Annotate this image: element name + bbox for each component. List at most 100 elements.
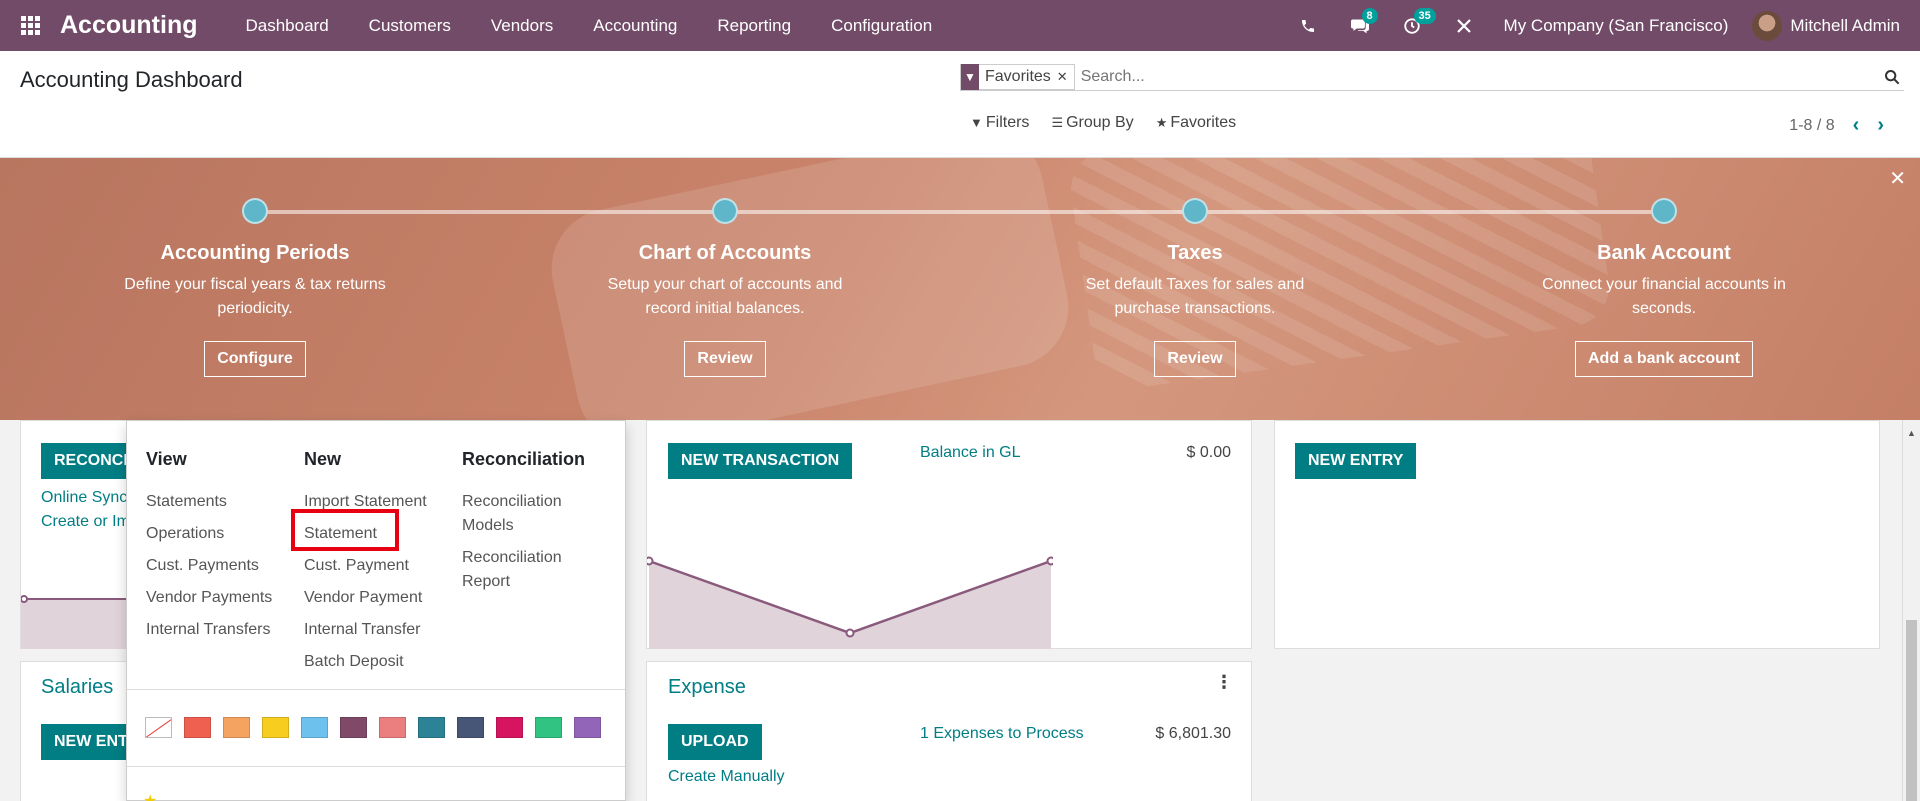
reconciliation-heading: Reconciliation [462,449,586,469]
filter-icon: ▼ [970,115,983,130]
scroll-thumb[interactable] [1906,620,1917,801]
menu-customers[interactable]: Customers [349,0,471,51]
user-avatar [1752,10,1783,41]
app-brand[interactable]: Accounting [60,11,198,40]
balance-in-gl-link[interactable]: Balance in GL [920,444,1021,462]
create-manually-link[interactable]: Create Manually [668,768,785,786]
color-swatch[interactable] [574,717,601,738]
page-scrollbar[interactable]: ▲ [1902,420,1920,801]
search-input[interactable] [1074,63,1880,90]
dropdown-reconciliation-column: Reconciliation Reconciliation Models Rec… [462,449,592,602]
view-internal-transfers[interactable]: Internal Transfers [146,618,296,642]
color-swatch[interactable] [223,717,250,738]
step-dot [1651,198,1677,224]
menu-accounting[interactable]: Accounting [573,0,697,51]
filters-button[interactable]: ▼ Filters [970,114,1029,132]
groupby-button[interactable]: ☰ Group By [1051,114,1133,132]
create-or-import-link[interactable]: Create or Im [41,513,130,531]
scroll-up-icon[interactable]: ▲ [1907,428,1916,438]
dropdown-divider [127,766,625,767]
filters-label: Filters [985,114,1030,131]
step-description: Set default Taxes for sales and purchase… [1085,276,1305,317]
step-title: Taxes [1167,242,1223,264]
new-heading: New [304,449,342,469]
upload-button[interactable]: UPLOAD [668,724,762,760]
review-chart-button[interactable]: Review [684,341,766,377]
step-description: Connect your financial accounts in secon… [1542,276,1786,317]
list-icon: ☰ [1051,115,1064,130]
search-facet[interactable]: ▼ Favorites ✕ [960,63,1075,90]
new-internal-transfer[interactable]: Internal Transfer [304,618,454,642]
step-bank-account: Bank Account Connect your financial acco… [1514,198,1814,377]
cash-graph-point [845,628,855,638]
favorite-star-icon[interactable]: ★ [143,791,157,801]
favorites-button[interactable]: ★ Favorites [1156,114,1236,132]
step-dot [1182,198,1208,224]
color-swatch[interactable] [262,717,289,738]
menu-vendors[interactable]: Vendors [471,0,573,51]
new-cust-payment[interactable]: Cust. Payment [304,554,454,578]
step-description: Setup your chart of accounts and record … [607,276,843,317]
activities-badge: 35 [1413,8,1436,24]
new-batch-deposit[interactable]: Batch Deposit [304,650,454,674]
color-swatch-none[interactable] [145,717,172,738]
company-switcher[interactable]: My Company (San Francisco) [1490,16,1753,36]
reconciliation-report[interactable]: Reconciliation Report [462,546,592,594]
pager-previous-icon[interactable]: ‹ [1853,114,1860,137]
activities-clock-icon[interactable]: 35 [1386,0,1438,51]
user-name: Mitchell Admin [1790,15,1900,35]
menu-dashboard[interactable]: Dashboard [226,0,349,51]
pager-value[interactable]: 1-8 / 8 [1789,117,1834,135]
user-menu[interactable]: Mitchell Admin [1752,10,1920,41]
color-swatch[interactable] [496,717,523,738]
more-options-icon[interactable]: ⋮ [1215,672,1233,693]
step-title: Bank Account [1597,242,1731,264]
step-dot [242,198,268,224]
color-swatch[interactable] [184,717,211,738]
messages-icon[interactable]: 8 [1334,0,1386,51]
color-swatch[interactable] [340,717,367,738]
salaries-title[interactable]: Salaries [41,676,113,699]
menu-configuration[interactable]: Configuration [811,0,952,51]
color-swatch[interactable] [379,717,406,738]
debug-tools-icon[interactable] [1438,0,1490,51]
page-title: Accounting Dashboard [20,67,243,92]
cash-graph-point [1046,556,1053,566]
view-vendor-payments[interactable]: Vendor Payments [146,586,296,610]
apps-menu-icon[interactable] [0,0,60,51]
color-swatch[interactable] [535,717,562,738]
phone-icon[interactable] [1282,0,1334,51]
onboarding-banner: Accounting Periods Define your fiscal ye… [0,158,1920,420]
view-statements[interactable]: Statements [146,490,296,514]
search-icon[interactable] [1880,65,1904,89]
step-dot [712,198,738,224]
bank-graph [21,595,131,649]
expense-title[interactable]: Expense [668,676,746,699]
configure-button[interactable]: Configure [204,341,306,377]
online-sync-link[interactable]: Online Sync [41,489,127,507]
pager-next-icon[interactable]: › [1877,114,1884,137]
new-transaction-button[interactable]: NEW TRANSACTION [668,443,853,479]
filter-funnel-icon: ▼ [961,63,979,90]
view-cust-payments[interactable]: Cust. Payments [146,554,296,578]
add-bank-account-button[interactable]: Add a bank account [1574,341,1754,377]
view-operations[interactable]: Operations [146,522,296,546]
bank-graph-area [21,599,131,649]
review-taxes-button[interactable]: Review [1154,341,1236,377]
messages-badge: 8 [1361,8,1378,24]
color-swatch[interactable] [418,717,445,738]
close-icon[interactable]: ✕ [1889,166,1906,191]
color-swatch[interactable] [457,717,484,738]
facet-remove-icon[interactable]: ✕ [1057,69,1074,85]
new-vendor-payment[interactable]: Vendor Payment [304,586,454,610]
cash-journal-card: NEW TRANSACTION Balance in GL $ 0.00 [646,420,1252,649]
new-entry-button[interactable]: NEW ENTRY [1295,443,1417,479]
expenses-to-process-link[interactable]: 1 Expenses to Process [920,725,1084,743]
step-description: Define your fiscal years & tax returns p… [124,276,386,317]
menu-reporting[interactable]: Reporting [697,0,811,51]
color-swatch[interactable] [301,717,328,738]
view-heading: View [146,449,187,469]
reconciliation-models[interactable]: Reconciliation Models [462,490,592,538]
journal-actions-dropdown: View Statements Operations Cust. Payment… [126,420,626,801]
top-navbar: Accounting Dashboard Customers Vendors A… [0,0,1920,51]
